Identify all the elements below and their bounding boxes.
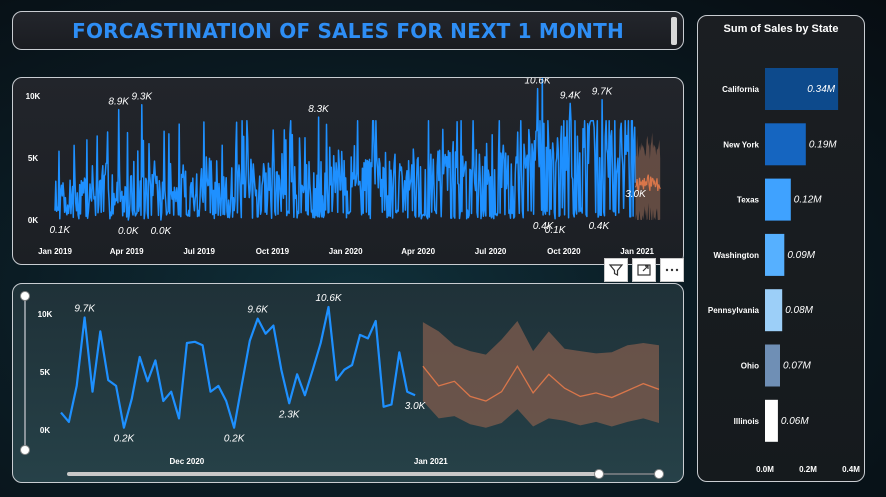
- data-label: 9.3K: [132, 92, 154, 103]
- state-category-label: Ohio: [741, 362, 759, 371]
- x-tick-label: Jan 2020: [329, 247, 363, 256]
- x-tick-label: Dec 2020: [170, 457, 205, 466]
- state-value-label: 0.09M: [787, 250, 815, 261]
- x-tick-label: Oct 2020: [547, 247, 581, 256]
- forecast-chart: 0K 5K 10K Dec 2020 Jan 2021 9.7K 0.2K 0.2K 9.6K 2…: [20, 291, 664, 479]
- state-category-label: Washington: [714, 251, 760, 260]
- state-category-label: Pennsylvania: [708, 306, 760, 315]
- y-tick-label: 5K: [28, 154, 38, 163]
- x-tick-label: Jan 2021: [414, 457, 448, 466]
- data-label: 9.4K: [560, 90, 582, 101]
- data-label: 3.0K: [405, 401, 427, 412]
- x-tick-label: Jul 2019: [183, 247, 215, 256]
- x-tick-label: 0.2M: [799, 465, 817, 474]
- state-value-label: 0.34M: [807, 84, 835, 95]
- y-tick-label: 10K: [26, 92, 41, 101]
- title-banner: FORCASTINATION OF SALES FOR NEXT 1 MONTH: [12, 11, 684, 50]
- title-scrollbar[interactable]: [671, 17, 677, 45]
- x-tick-label: Apr 2020: [401, 247, 435, 256]
- more-options-icon: [665, 268, 679, 272]
- focus-mode-icon: [637, 264, 651, 276]
- data-label: 8.9K: [108, 97, 130, 108]
- state-bar[interactable]: [765, 344, 780, 387]
- data-label: 0.2K: [224, 434, 246, 445]
- x-tick-label: Oct 2019: [256, 247, 290, 256]
- x-tick-label: Jul 2020: [475, 247, 507, 256]
- state-category-label: Texas: [737, 196, 760, 205]
- state-value-label: 0.08M: [785, 305, 813, 316]
- data-label: 9.7K: [74, 303, 96, 314]
- data-label: 0.2K: [114, 434, 136, 445]
- data-label: 9.6K: [247, 305, 269, 316]
- state-bar[interactable]: [765, 289, 783, 332]
- state-value-label: 0.19M: [809, 139, 837, 150]
- focus-mode-button[interactable]: [632, 258, 656, 282]
- data-label: 0.1K: [49, 225, 71, 236]
- state-category-label: New York: [723, 140, 759, 149]
- state-bar[interactable]: [765, 178, 791, 221]
- data-label: 0.0K: [151, 226, 173, 237]
- horizontal-slider-handle-right[interactable]: [654, 469, 664, 479]
- state-value-label: 0.07M: [783, 361, 811, 372]
- forecast-chart-panel[interactable]: 0K 5K 10K Dec 2020 Jan 2021 9.7K 0.2K 0.2K 9.6K 2…: [12, 283, 684, 483]
- x-tick-label: Jan 2021: [620, 247, 654, 256]
- state-category-label: Illinois: [734, 417, 760, 426]
- data-label: 2.3K: [278, 409, 301, 420]
- state-bar[interactable]: [765, 399, 778, 442]
- state-bar[interactable]: [765, 233, 785, 276]
- filter-button[interactable]: [604, 258, 628, 282]
- vertical-slider-handle-top[interactable]: [20, 291, 30, 301]
- y-tick-label: 10K: [38, 310, 53, 319]
- visual-toolbar: [604, 258, 684, 282]
- forecast-band: [422, 321, 659, 428]
- horizontal-slider-handle-left[interactable]: [594, 469, 604, 479]
- data-label: 0.1K: [545, 225, 567, 236]
- sales-by-state-panel[interactable]: Sum of Sales by State California 0.34M New…: [697, 15, 865, 482]
- vertical-slider-handle-bottom[interactable]: [20, 445, 30, 455]
- state-value-label: 0.12M: [794, 195, 822, 206]
- x-tick-label: 0.0M: [756, 465, 774, 474]
- state-value-label: 0.06M: [781, 416, 809, 427]
- data-label: 8.3K: [308, 104, 330, 115]
- data-label: 10.6K: [315, 293, 342, 304]
- x-tick-label: Jan 2019: [38, 247, 72, 256]
- actual-series-line: [60, 305, 416, 429]
- y-tick-label: 5K: [40, 368, 50, 377]
- data-label: 10.6K: [525, 78, 552, 87]
- data-label: 0.4K: [589, 221, 611, 232]
- state-category-label: California: [722, 85, 759, 94]
- sales-by-state-chart: California 0.34M New York 0.19M Texas 0.12M Wa…: [708, 68, 860, 474]
- y-tick-label: 0K: [28, 216, 38, 225]
- x-tick-label: 0.4M: [842, 465, 860, 474]
- state-bar[interactable]: [765, 123, 806, 166]
- data-label: 9.7K: [592, 87, 614, 98]
- sales-history-chart: 0K 5K 10K Jan 2019 Apr 2019 Jul 2019 Oct 2019 J…: [26, 61, 661, 256]
- sales-history-chart-panel[interactable]: 0K 5K 10K Jan 2019 Apr 2019 Jul 2019 Oct 2019 J…: [12, 61, 684, 265]
- data-label: 0.0K: [118, 226, 140, 237]
- x-tick-label: Apr 2019: [110, 247, 144, 256]
- filter-icon: [608, 264, 624, 276]
- more-options-button[interactable]: [660, 258, 684, 282]
- page-title: FORCASTINATION OF SALES FOR NEXT 1 MONTH: [72, 18, 624, 43]
- y-tick-label: 0K: [40, 426, 50, 435]
- data-label: 3.0K: [625, 189, 647, 200]
